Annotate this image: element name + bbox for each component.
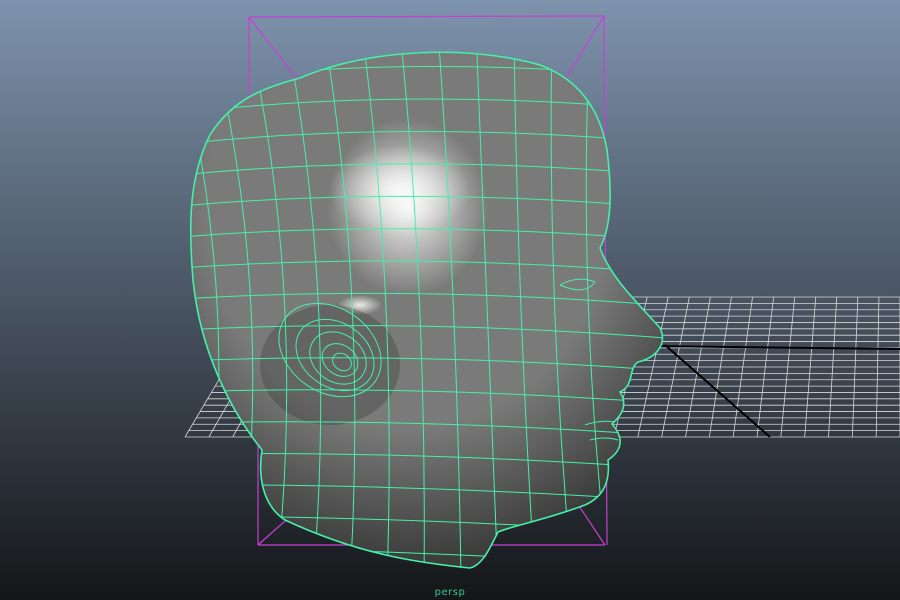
camera-label: persp <box>434 587 466 598</box>
ear-shadow <box>260 305 400 425</box>
perspective-viewport[interactable]: persp <box>0 0 900 600</box>
specular-highlight <box>330 145 470 235</box>
viewport-canvas[interactable] <box>0 0 900 600</box>
